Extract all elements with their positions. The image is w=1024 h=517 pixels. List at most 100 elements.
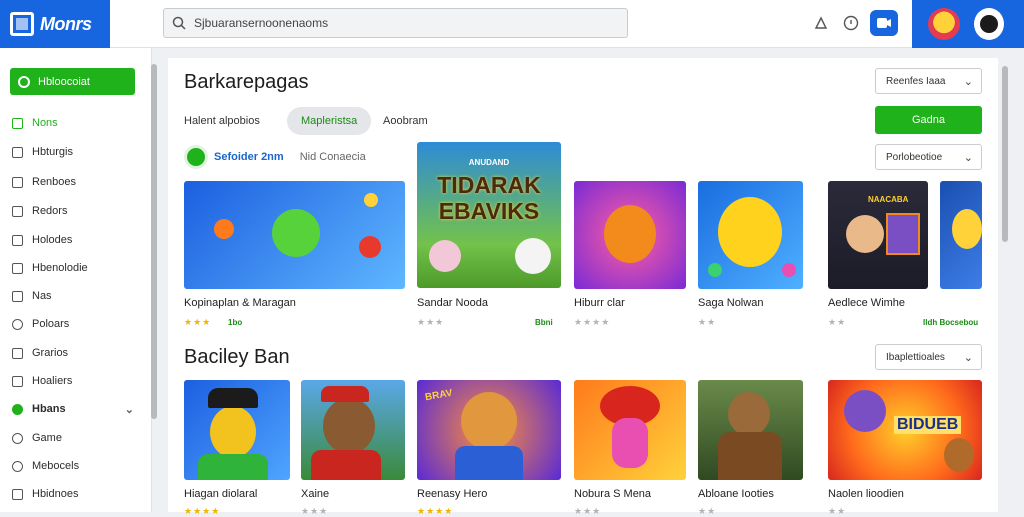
rating-stars: ★★★★ [574,317,611,327]
game-title[interactable]: Naolen lioodien [828,488,904,500]
cube-logo-icon [10,12,34,36]
art-sign-text: BIDUEB [894,416,962,434]
game-title[interactable]: Nobura S Mena [574,488,651,500]
doc-icon [12,146,23,158]
search-bar[interactable] [163,8,628,38]
game-thumbnail[interactable] [574,380,686,480]
sidebar-primary-label: Hbloocoiat [38,75,90,88]
rating-text: Bbni [535,318,553,327]
section2-dropdown[interactable]: Ibaplettioales ⌄ [875,344,982,370]
game-thumbnail[interactable] [184,181,405,289]
chevron-down-icon[interactable]: ⌄ [125,403,134,416]
game-title[interactable]: Sandar Nooda [417,297,488,309]
game-thumbnail-partial[interactable] [940,181,982,289]
game-card[interactable]: BRAV Reenasy Hero ★★★★ [417,380,561,516]
sidebar-item-label: Hbidnoes [32,488,79,500]
tab-mapleristsa[interactable]: Mapleristsa [287,107,372,135]
game-title[interactable]: Hiburr clar [574,297,625,309]
user-face-icon [980,15,998,33]
sidebar-item-hbenolodie[interactable]: Hbenolodie [12,258,140,278]
game-thumbnail[interactable]: BRAV [417,380,561,480]
star-avatar-icon[interactable] [928,8,960,40]
top-bar: Monrs [0,0,1024,48]
filter-dropdown[interactable]: Porlobeotioe ⌄ [875,144,982,170]
brand-row[interactable]: Sefoider 2nm Nid Conaecia [184,144,366,170]
sidebar-item-hoaliers[interactable]: Hoaliers [12,371,140,391]
gear-icon [12,460,23,472]
art-top-text: ANUDAND [468,158,510,167]
tab-aoobram[interactable]: Aoobram [383,107,428,135]
user-avatar[interactable] [974,8,1004,40]
tab-halent[interactable]: Halent alpobios [184,107,260,135]
sidebar-primary-button[interactable]: Hbloocoiat [10,68,135,95]
sidebar-item-hbidnoes[interactable]: Hbidnoes [12,484,140,504]
art-sign-text: NAACABA [868,195,909,204]
game-card[interactable]: Nobura S Mena ★★★ [574,380,686,516]
game-card[interactable]: ANUDAND TIDARAK EBAVIKS Sandar Nooda ★★★… [417,142,561,331]
rating-text: Ildh Bocsebou [923,318,979,327]
game-thumbnail[interactable] [301,380,405,480]
sidebar-item-redors[interactable]: Redors [12,201,140,221]
sidebar-item-hbans[interactable]: Hbans ⌄ [12,399,140,419]
sidebar-item-holodes[interactable]: Holodes [12,230,140,250]
sidebar: Hbloocoiat Nons Hbturgis Renboes Redors … [0,48,152,512]
sidebar-item-nas[interactable]: Nas [12,286,140,306]
sidebar-item-label: Hbans [32,403,66,415]
game-card[interactable]: NAACABA Aedlece Wimhe ★★ Ildh Bocsebou [828,181,982,331]
game-thumbnail[interactable] [574,181,686,289]
game-thumbnail[interactable] [184,380,290,480]
green-action-button[interactable]: Gadna [875,106,982,134]
game-thumbnail[interactable]: BIDUEB [828,380,982,480]
game-thumbnail[interactable] [698,181,803,289]
sidebar-scrollbar[interactable] [151,64,157,419]
chart-icon [12,375,23,387]
sidebar-item-label: Hbturgis [32,146,73,158]
app-logo[interactable]: Monrs [0,0,110,48]
search-input[interactable] [194,16,594,30]
pencil-icon [12,347,23,359]
game-thumbnail[interactable]: NAACABA [828,181,928,289]
info-icon[interactable] [840,12,862,34]
sidebar-item-hbturgis[interactable]: Hbturgis [12,142,140,162]
rating-stars: ★★ [698,317,717,327]
sidebar-item-label: Game [32,432,62,444]
game-thumbnail[interactable]: ANUDAND TIDARAK EBAVIKS [417,142,561,288]
game-title[interactable]: Saga Nolwan [698,297,763,309]
game-card[interactable]: Xaine ★★★ [301,380,405,516]
sort-dropdown[interactable]: Reenfes Iaaa ⌄ [875,68,982,94]
circle-icon [18,75,30,88]
gamepad-icon [12,432,23,444]
section-title: Baciley Ban [184,346,290,368]
sidebar-item-renboes[interactable]: Renboes [12,172,140,192]
game-thumbnail[interactable] [698,380,803,480]
game-title[interactable]: Abloane Iooties [698,488,774,500]
sidebar-item-poloars[interactable]: Poloars [12,314,140,334]
thumbs-icon[interactable] [810,12,832,34]
video-badge-icon[interactable] [870,10,898,36]
game-title[interactable]: Xaine [301,488,329,500]
circle-icon [12,318,23,330]
sidebar-item-game[interactable]: Game [12,428,140,448]
game-title[interactable]: Hiagan diolaral [184,488,257,500]
sidebar-item-label: Hoaliers [32,375,73,387]
game-title[interactable]: Kopinaplan & Maragan [184,297,296,309]
sort-dropdown-label: Reenfes Iaaa [886,75,946,87]
game-title[interactable]: Aedlece Wimhe [828,297,905,309]
game-card[interactable]: Hiagan diolaral ★★★★ [184,380,290,516]
grid-icon [12,117,23,129]
main-scrollbar[interactable] [1002,66,1008,242]
sidebar-item-label: Poloars [32,318,70,330]
brand-leaf-icon [184,145,208,169]
game-card[interactable]: BIDUEB Naolen lioodien ★★ [828,380,982,516]
sidebar-item-nons[interactable]: Nons [12,113,140,133]
game-title[interactable]: Reenasy Hero [417,488,487,500]
game-card[interactable]: Kopinaplan & Maragan ★★★ 1bo [184,181,405,331]
sidebar-item-label: Grarios [32,347,69,359]
sidebar-item-grarios[interactable]: Grarios [12,343,140,363]
brand-subtitle: Nid Conaecia [299,151,366,163]
square-icon [12,290,23,302]
sidebar-item-mebocels[interactable]: Mebocels [12,456,140,476]
game-card[interactable]: Saga Nolwan ★★ [698,181,803,331]
game-card[interactable]: Abloane Iooties ★★ [698,380,803,516]
game-card[interactable]: Hiburr clar ★★★★ [574,181,686,331]
